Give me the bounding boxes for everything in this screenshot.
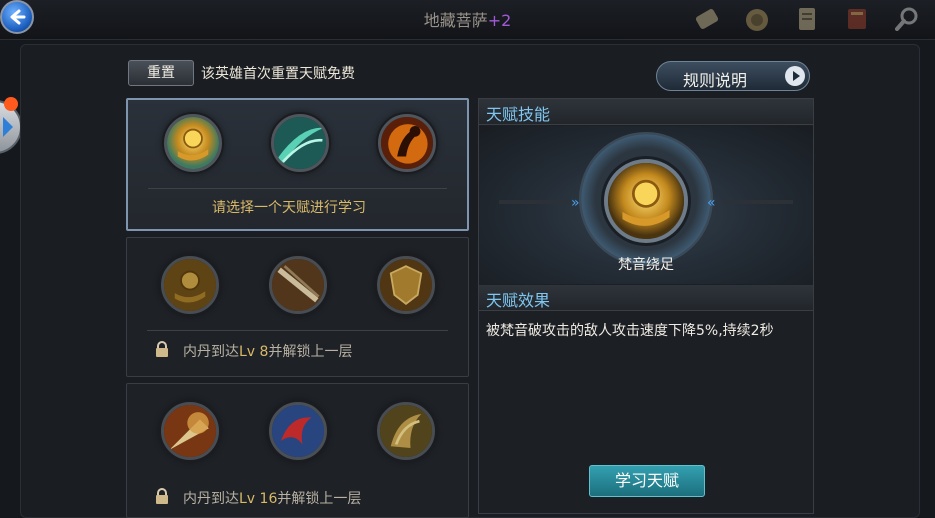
jade-wind-blade-icon[interactable] bbox=[271, 114, 329, 172]
golden-hand-orb-icon[interactable] bbox=[164, 114, 222, 172]
tier-2-status: 内丹到达Lv 8并解锁上一层 bbox=[183, 341, 352, 361]
reset-button[interactable]: 重置 bbox=[128, 60, 194, 86]
hero-name: 地藏菩萨 bbox=[423, 11, 488, 30]
golden-claw-icon[interactable] bbox=[377, 402, 435, 460]
lock-icon bbox=[155, 488, 169, 504]
play-arrow-icon bbox=[785, 66, 805, 86]
expand-arrow-icon bbox=[3, 117, 13, 137]
notification-dot bbox=[4, 97, 18, 111]
rules-label: 规则说明 bbox=[683, 71, 748, 90]
effect-header-label: 天赋效果 bbox=[486, 291, 551, 310]
tier-2-status-suffix: 并解锁上一层 bbox=[268, 344, 353, 360]
tier-2-status-prefix: 内丹到达 bbox=[183, 344, 239, 360]
learn-talent-button[interactable]: 学习天赋 bbox=[589, 465, 705, 497]
scroll-icon[interactable] bbox=[689, 2, 725, 36]
effect-section-header: 天赋效果 bbox=[479, 285, 813, 311]
right-chevron-icon: « bbox=[707, 195, 716, 211]
effect-description: 被梵音破攻击的敌人攻击速度下降5%,持续2秒 bbox=[486, 323, 774, 339]
red-wing-icon[interactable] bbox=[269, 402, 327, 460]
light-burst-icon[interactable] bbox=[161, 402, 219, 460]
tier-3-status-prefix: 内丹到达 bbox=[183, 491, 239, 507]
coin-bag-icon[interactable] bbox=[739, 2, 775, 36]
selected-skill-emblem: » « 梵音绕足 bbox=[479, 126, 813, 284]
fire-fist-icon[interactable] bbox=[378, 114, 436, 172]
top-bar: 地藏菩萨+2 bbox=[0, 0, 935, 40]
tier-3-level: Lv 16 bbox=[239, 491, 278, 507]
reset-note: 该英雄首次重置天赋免费 bbox=[201, 66, 355, 82]
golden-hand-orb-icon[interactable] bbox=[604, 159, 688, 243]
golden-hand-orb-icon[interactable] bbox=[161, 256, 219, 314]
talent-tier-1: 请选择一个天赋进行学习 bbox=[126, 98, 469, 231]
hero-rank: +2 bbox=[487, 11, 512, 30]
tier-1-status: 请选择一个天赋进行学习 bbox=[212, 200, 366, 216]
tier-2-level: Lv 8 bbox=[239, 344, 269, 360]
talent-tier-2: 内丹到达Lv 8并解锁上一层 bbox=[126, 237, 469, 377]
tier-3-status-suffix: 并解锁上一层 bbox=[277, 491, 362, 507]
skill-section-header: 天赋技能 bbox=[479, 99, 813, 125]
talent-detail-panel: 天赋技能 » « 梵音绕足 天赋效果 被梵音破攻击的敌人攻击速度下降5%,持续2… bbox=[478, 98, 814, 514]
cross-blade-icon[interactable] bbox=[269, 256, 327, 314]
left-chevron-icon: » bbox=[571, 195, 580, 211]
selected-skill-name: 梵音绕足 bbox=[618, 257, 674, 273]
book-icon[interactable] bbox=[839, 2, 875, 36]
golden-shield-icon[interactable] bbox=[377, 256, 435, 314]
talent-tier-3: 内丹到达Lv 16并解锁上一层 bbox=[126, 383, 469, 518]
skill-header-label: 天赋技能 bbox=[486, 105, 551, 124]
tier-3-status: 内丹到达Lv 16并解锁上一层 bbox=[183, 488, 361, 508]
search-icon[interactable] bbox=[889, 2, 925, 36]
map-scroll-icon[interactable] bbox=[789, 2, 825, 36]
lock-icon bbox=[155, 341, 169, 357]
top-icon-bar bbox=[689, 2, 925, 36]
rules-button[interactable]: 规则说明 bbox=[656, 61, 810, 91]
